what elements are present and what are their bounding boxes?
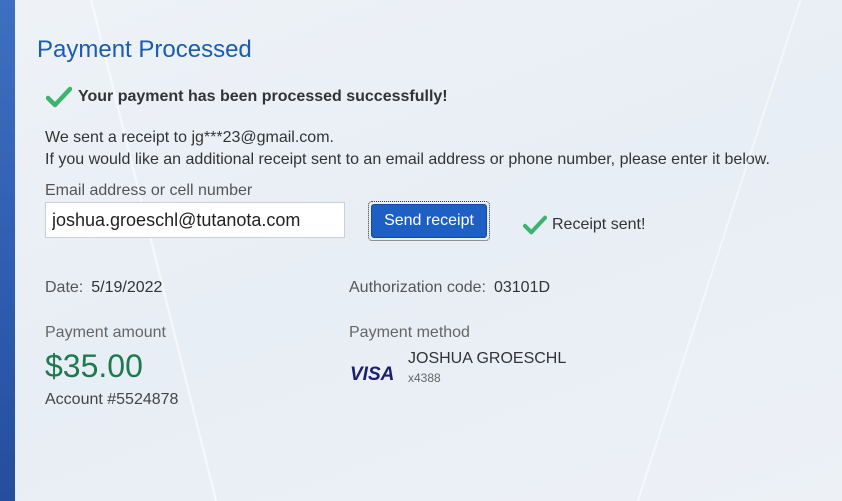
date-value: 5/19/2022 (91, 279, 163, 296)
visa-logo-icon: VISA (350, 364, 394, 384)
send-receipt-focus-ring: Send receipt (368, 201, 490, 241)
page-title: Payment Processed (37, 36, 252, 63)
email-field[interactable] (45, 202, 345, 238)
email-field-label: Email address or cell number (45, 182, 253, 199)
receipt-sent-line: We sent a receipt to jg***23@gmail.com. (45, 129, 334, 146)
authorization-value: 03101D (493, 279, 551, 296)
payment-method-label: Payment method (349, 324, 470, 341)
card-last-digits: x4388 (408, 371, 441, 385)
payment-amount-label: Payment amount (45, 324, 166, 341)
receipt-sent-text: Receipt sent! (552, 216, 646, 233)
account-prefix: Account # (45, 391, 117, 408)
authorization-label: Authorization code: (349, 279, 486, 296)
receipt-sent-status: Receipt sent! (523, 215, 645, 235)
date-label: Date: (45, 279, 84, 296)
left-sidebar-strip (0, 0, 15, 501)
card-holder-name: JOSHUA GROESCHL (408, 350, 567, 367)
visa-logo-text: VISA (350, 364, 394, 384)
success-message: Your payment has been processed successf… (78, 88, 448, 105)
payment-panel: Payment Processed Your payment has been … (15, 0, 842, 501)
account-number: Account #5524878 (45, 391, 178, 409)
authorization-row: Authorization code: 03101D (349, 279, 550, 297)
check-icon (46, 86, 72, 108)
date-row: Date: 5/19/2022 (45, 279, 162, 297)
check-icon (523, 215, 547, 235)
additional-receipt-line: If you would like an additional receipt … (45, 151, 770, 168)
success-banner: Your payment has been processed successf… (46, 86, 448, 108)
account-value: 5524878 (116, 391, 179, 408)
payment-amount-value: $35.00 (45, 348, 143, 384)
send-receipt-button[interactable]: Send receipt (371, 204, 487, 238)
